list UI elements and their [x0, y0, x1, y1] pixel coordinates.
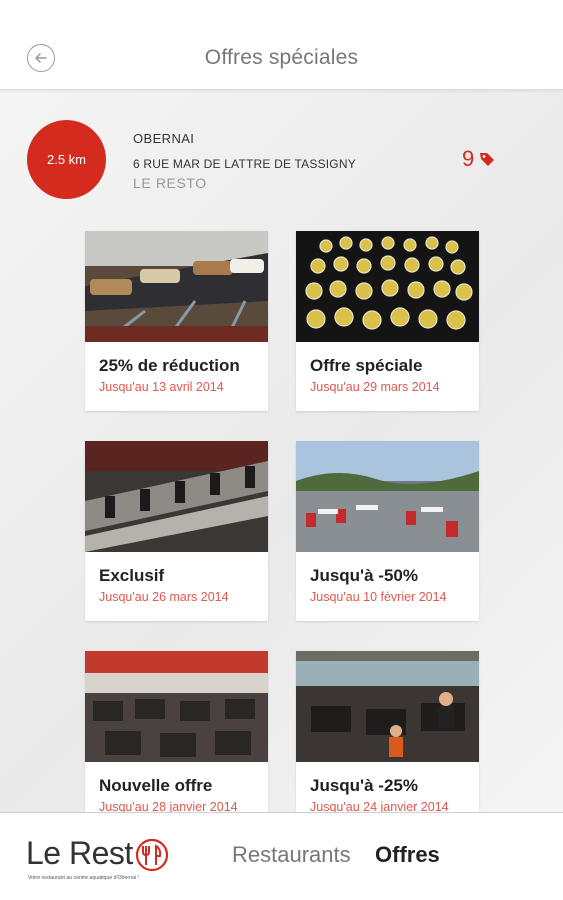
- offer-title: Nouvelle offre: [99, 776, 213, 795]
- offer-card[interactable]: Jusqu'à -25% Jusqu'au 24 janvier 2014: [296, 651, 479, 812]
- cutlery-logo-icon: [135, 838, 169, 872]
- dining-room-photo: [85, 441, 268, 552]
- offer-title: Offre spéciale: [310, 356, 423, 375]
- offer-date: Jusqu'au 26 mars 2014: [99, 590, 229, 604]
- offer-card[interactable]: Exclusif Jusqu'au 26 mars 2014: [85, 441, 268, 621]
- logo-text: Le Rest: [26, 835, 133, 871]
- terrace-photo: [296, 441, 479, 552]
- offer-card[interactable]: Nouvelle offre Jusqu'au 28 janvier 2014: [85, 651, 268, 812]
- offer-card[interactable]: Jusqu'à -50% Jusqu'au 10 février 2014: [296, 441, 479, 621]
- offers-grid: 25% de réduction Jusqu'au 13 avril 2014 …: [0, 0, 563, 812]
- restaurant-interior-photo: [85, 651, 268, 762]
- offer-title: Exclusif: [99, 566, 165, 585]
- diners-photo: [296, 651, 479, 762]
- le-rest-logo[interactable]: Le Rest Votre restaurant au centre aquat…: [26, 835, 176, 893]
- offer-title: 25% de réduction: [99, 356, 240, 375]
- nav-offres-tab[interactable]: Offres: [375, 842, 440, 868]
- app-header: Offres spéciales: [0, 0, 563, 90]
- page-title: Offres spéciales: [204, 46, 359, 69]
- offer-title: Jusqu'à -50%: [310, 566, 418, 585]
- buffet-table-photo: [85, 231, 268, 342]
- offer-title: Jusqu'à -25%: [310, 776, 418, 795]
- offer-date: Jusqu'au 10 février 2014: [310, 590, 447, 604]
- offer-card[interactable]: 25% de réduction Jusqu'au 13 avril 2014: [85, 231, 268, 411]
- offer-date: Jusqu'au 24 janvier 2014: [310, 800, 449, 812]
- logo-tagline: Votre restaurant au centre aquatique d'O…: [28, 875, 139, 881]
- verrines-photo: [296, 231, 479, 342]
- offer-date: Jusqu'au 13 avril 2014: [99, 380, 224, 394]
- offer-card[interactable]: Offre spéciale Jusqu'au 29 mars 2014: [296, 231, 479, 411]
- nav-restaurants-tab[interactable]: Restaurants: [232, 842, 351, 868]
- offer-date: Jusqu'au 29 mars 2014: [310, 380, 440, 394]
- offer-date: Jusqu'au 28 janvier 2014: [99, 800, 238, 812]
